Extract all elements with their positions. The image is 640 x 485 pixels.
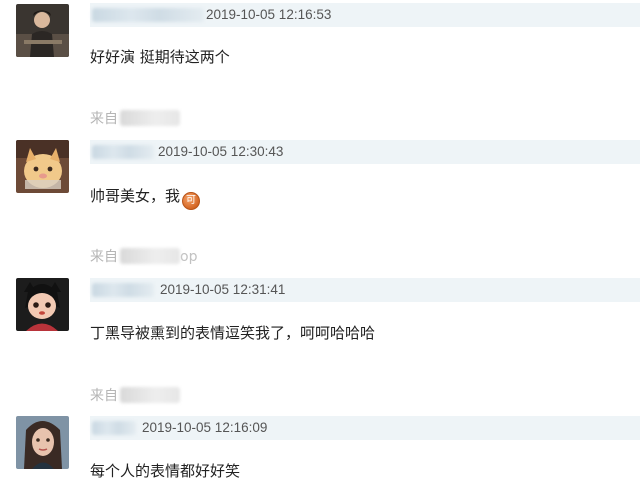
comment-header: 2019-10-05 12:16:09 (90, 416, 640, 440)
comment-text: 丁黑导被熏到的表情逗笑我了，呵呵哈哈哈 (90, 324, 376, 342)
timestamp: 2019-10-05 12:16:53 (206, 7, 332, 22)
comment-header: 2019-10-05 12:30:43 (90, 140, 640, 164)
avatar[interactable] (16, 416, 69, 469)
comment-text: 好好演 挺期待这两个 (90, 48, 230, 66)
username-redacted (92, 145, 154, 159)
source-prefix: 来自 (90, 249, 118, 265)
comment-source[interactable]: 来自 (90, 108, 180, 128)
comment-source[interactable]: 来自 (90, 385, 180, 405)
comment-header: 2019-10-05 12:31:41 (90, 278, 640, 302)
comment-header: 2019-10-05 12:16:53 (90, 3, 640, 27)
source-prefix: 来自 (90, 388, 118, 404)
comment-text: 帅哥美女，我可 (90, 185, 201, 210)
username-redacted (92, 421, 136, 435)
username-redacted (92, 283, 154, 297)
timestamp: 2019-10-05 12:16:09 (142, 420, 268, 435)
timestamp: 2019-10-05 12:31:41 (160, 282, 286, 297)
comment-source[interactable]: 来自 op (90, 246, 197, 266)
avatar[interactable] (16, 4, 69, 57)
avatar[interactable] (16, 278, 69, 331)
avatar[interactable] (16, 140, 69, 193)
source-tail: op (180, 249, 198, 265)
username-redacted (92, 8, 204, 22)
comment-text-content: 帅哥美女，我 (90, 187, 181, 205)
source-prefix: 来自 (90, 111, 118, 127)
source-redacted (120, 387, 180, 403)
emoji-icon: 可 (182, 192, 201, 210)
timestamp: 2019-10-05 12:30:43 (158, 144, 284, 159)
source-redacted (120, 110, 180, 126)
comment-text: 每个人的表情都好好笑 (90, 462, 241, 480)
source-redacted (120, 248, 180, 264)
